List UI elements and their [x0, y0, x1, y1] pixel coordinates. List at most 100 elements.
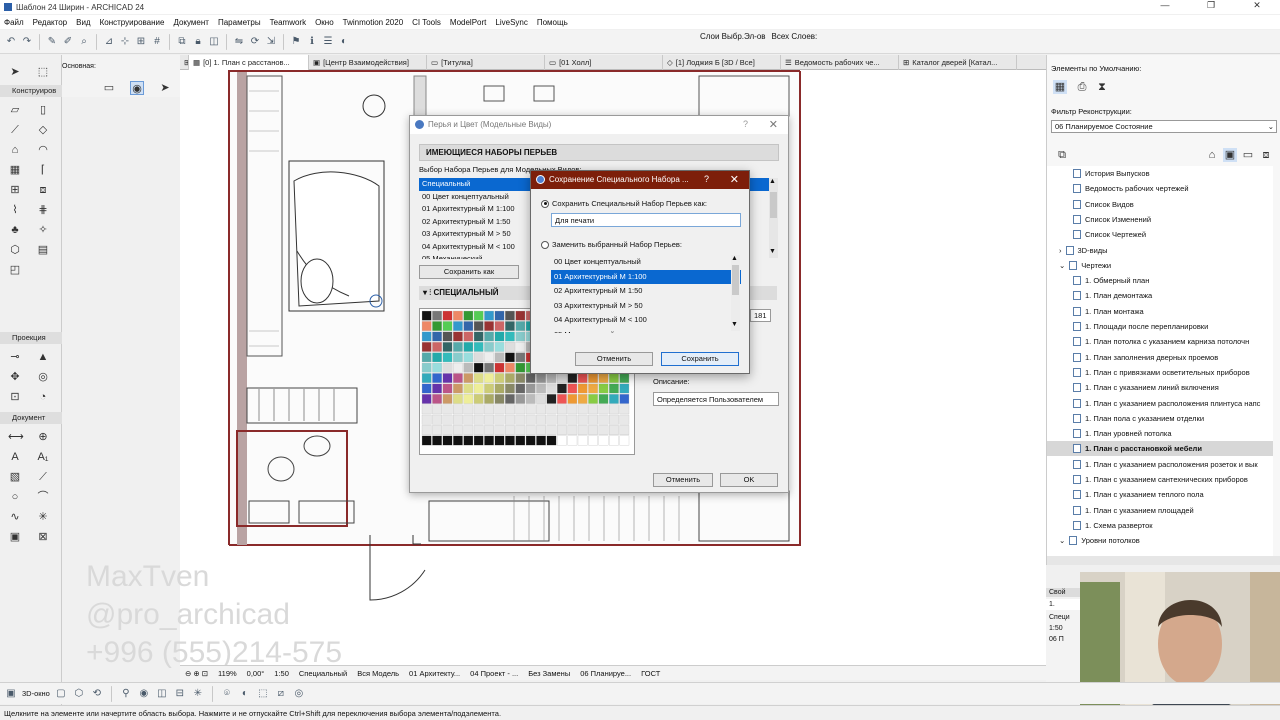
pen-swatch[interactable] [546, 373, 557, 383]
pen-swatch[interactable] [421, 383, 432, 394]
pen-swatch[interactable] [463, 362, 474, 373]
pen-swatch[interactable] [473, 331, 484, 342]
pen-swatch[interactable] [484, 394, 494, 404]
wireframe-icon[interactable]: ⬚ [256, 687, 270, 701]
detail-tool-icon[interactable]: ✥ [8, 370, 22, 384]
shell-tool-icon[interactable]: ◠ [36, 143, 50, 157]
pen-swatch[interactable] [494, 383, 505, 394]
pen-swatch[interactable] [421, 373, 432, 383]
pen-swatch[interactable] [609, 404, 619, 415]
cancel-button[interactable]: Отменить [575, 352, 653, 366]
pen-swatch[interactable] [609, 383, 619, 394]
cancel-button[interactable]: Отменить [653, 473, 713, 487]
pen-swatch[interactable] [525, 425, 536, 435]
pen-swatch[interactable] [619, 373, 630, 383]
navigator-mode-icon[interactable]: ⧉ [1055, 148, 1069, 162]
pen-swatch[interactable] [453, 383, 463, 394]
phase-value[interactable]: 06 Планируе... [575, 669, 636, 678]
explode-icon[interactable]: ✳ [191, 687, 205, 701]
menu-teamwork[interactable]: Teamwork [270, 18, 306, 27]
worksheet-tool-icon[interactable]: ◎ [36, 370, 50, 384]
standard-value[interactable]: ГОСТ [636, 669, 665, 678]
pen-swatch[interactable] [536, 435, 546, 446]
pen-list-scrollbar[interactable]: ▲ ▼ [769, 178, 778, 258]
project-map-icon[interactable]: ⌂ [1205, 148, 1219, 162]
pen-swatch[interactable] [421, 342, 432, 352]
pen-swatch[interactable] [463, 425, 474, 435]
pen-swatch[interactable] [453, 425, 463, 435]
pen-swatch[interactable] [598, 394, 609, 404]
curtain-wall-tool-icon[interactable]: ▦ [8, 163, 22, 177]
pen-swatch[interactable] [442, 342, 453, 352]
pen-swatch[interactable] [546, 404, 557, 415]
pen-swatch[interactable] [484, 404, 494, 415]
pen-swatch[interactable] [432, 373, 442, 383]
drawing-tool-icon[interactable]: ⊠ [36, 530, 50, 544]
pen-swatch[interactable] [515, 310, 526, 321]
pen-swatch[interactable] [421, 404, 432, 415]
pen-swatch[interactable] [505, 342, 515, 352]
navigator-item[interactable]: 1. План с указанием линий включения [1047, 380, 1273, 395]
list-item[interactable]: 04 Архитектурный М < 100 [551, 313, 741, 328]
navigator-item[interactable]: 1. План с привязками осветительных прибо… [1047, 365, 1273, 380]
pen-swatch[interactable] [515, 383, 526, 394]
pen-swatch[interactable] [505, 435, 515, 446]
menu-window[interactable]: Окно [315, 18, 334, 27]
description-field[interactable]: Определяется Пользователем [653, 392, 779, 406]
pen-swatch[interactable] [588, 425, 598, 435]
object-tool-icon[interactable]: ♣ [8, 223, 22, 237]
pen-swatch[interactable] [598, 414, 609, 425]
pen-swatch[interactable] [473, 373, 484, 383]
pen-swatch[interactable] [505, 352, 515, 363]
interior-elevation-tool-icon[interactable]: ⊡ [8, 390, 22, 404]
pen-swatch[interactable] [567, 373, 578, 383]
help-button[interactable]: ? [704, 174, 709, 184]
list-item[interactable]: 00 Цвет концептуальный [551, 255, 741, 270]
elevation-tool-icon[interactable]: ▲ [36, 350, 50, 364]
navigator-item[interactable]: 1. Схема разверток [1047, 518, 1273, 533]
dimension-tool-icon[interactable]: ⟷ [8, 430, 24, 444]
navigator-item[interactable]: 1. План монтажа [1047, 304, 1273, 319]
pen-swatch[interactable] [442, 331, 453, 342]
3d-window-label[interactable]: 3D-окно [22, 689, 50, 698]
pen-set-value[interactable]: Специальный [294, 669, 352, 678]
walk-icon[interactable]: ⚲ [119, 687, 133, 701]
label-tool-icon[interactable]: A₁ [36, 450, 50, 464]
pen-set-name-input[interactable]: Для печати [551, 213, 741, 227]
pen-swatch[interactable] [453, 342, 463, 352]
pen-swatch[interactable] [505, 383, 515, 394]
pen-swatch[interactable] [505, 310, 515, 321]
tab-loggia-3d[interactable]: ◇ [1] Лоджия Б [3D / Все] [663, 55, 781, 70]
pen-swatch[interactable] [494, 425, 505, 435]
pen-swatch[interactable] [453, 362, 463, 373]
pen-swatch[interactable] [598, 383, 609, 394]
menu-twinmotion[interactable]: Twinmotion 2020 [343, 18, 403, 27]
pen-swatch[interactable] [598, 373, 609, 383]
fill-tool-icon[interactable]: ▧ [8, 470, 22, 484]
menu-file[interactable]: Файл [4, 18, 24, 27]
pen-swatch[interactable] [442, 373, 453, 383]
pen-swatch[interactable] [515, 362, 526, 373]
navigator-item[interactable]: ⌄ Чертежи [1047, 258, 1273, 273]
save-as-button[interactable]: Сохранить как [419, 265, 519, 279]
horizontal-scrollbar[interactable] [1047, 556, 1280, 565]
eye-icon[interactable]: ◎ [292, 687, 306, 701]
pen-swatch[interactable] [432, 310, 442, 321]
offset-icon[interactable]: ⇲ [264, 35, 278, 49]
navigator-item[interactable]: 1. План с указанием расположения розеток… [1047, 457, 1273, 472]
pen-swatch[interactable] [494, 342, 505, 352]
pen-swatch[interactable] [463, 404, 474, 415]
pen-swatch[interactable] [515, 352, 526, 363]
pen-swatch[interactable] [494, 404, 505, 415]
navigator-item[interactable]: ⌄ Уровни потолков [1047, 533, 1273, 548]
save-button[interactable]: Сохранить [661, 352, 739, 366]
menu-modelport[interactable]: ModelPort [450, 18, 486, 27]
pen-swatch[interactable] [421, 362, 432, 373]
pen-swatch[interactable] [421, 394, 432, 404]
3d-window-icon[interactable]: ▣ [4, 687, 18, 701]
pen-swatch[interactable] [598, 435, 609, 446]
camera-icon[interactable]: ◉ [137, 687, 151, 701]
tab-door-catalog[interactable]: ⊞ Каталог дверей [Катал... [899, 55, 1017, 70]
pen-swatch[interactable] [525, 435, 536, 446]
scroll-up-icon[interactable]: ▲ [731, 255, 738, 262]
